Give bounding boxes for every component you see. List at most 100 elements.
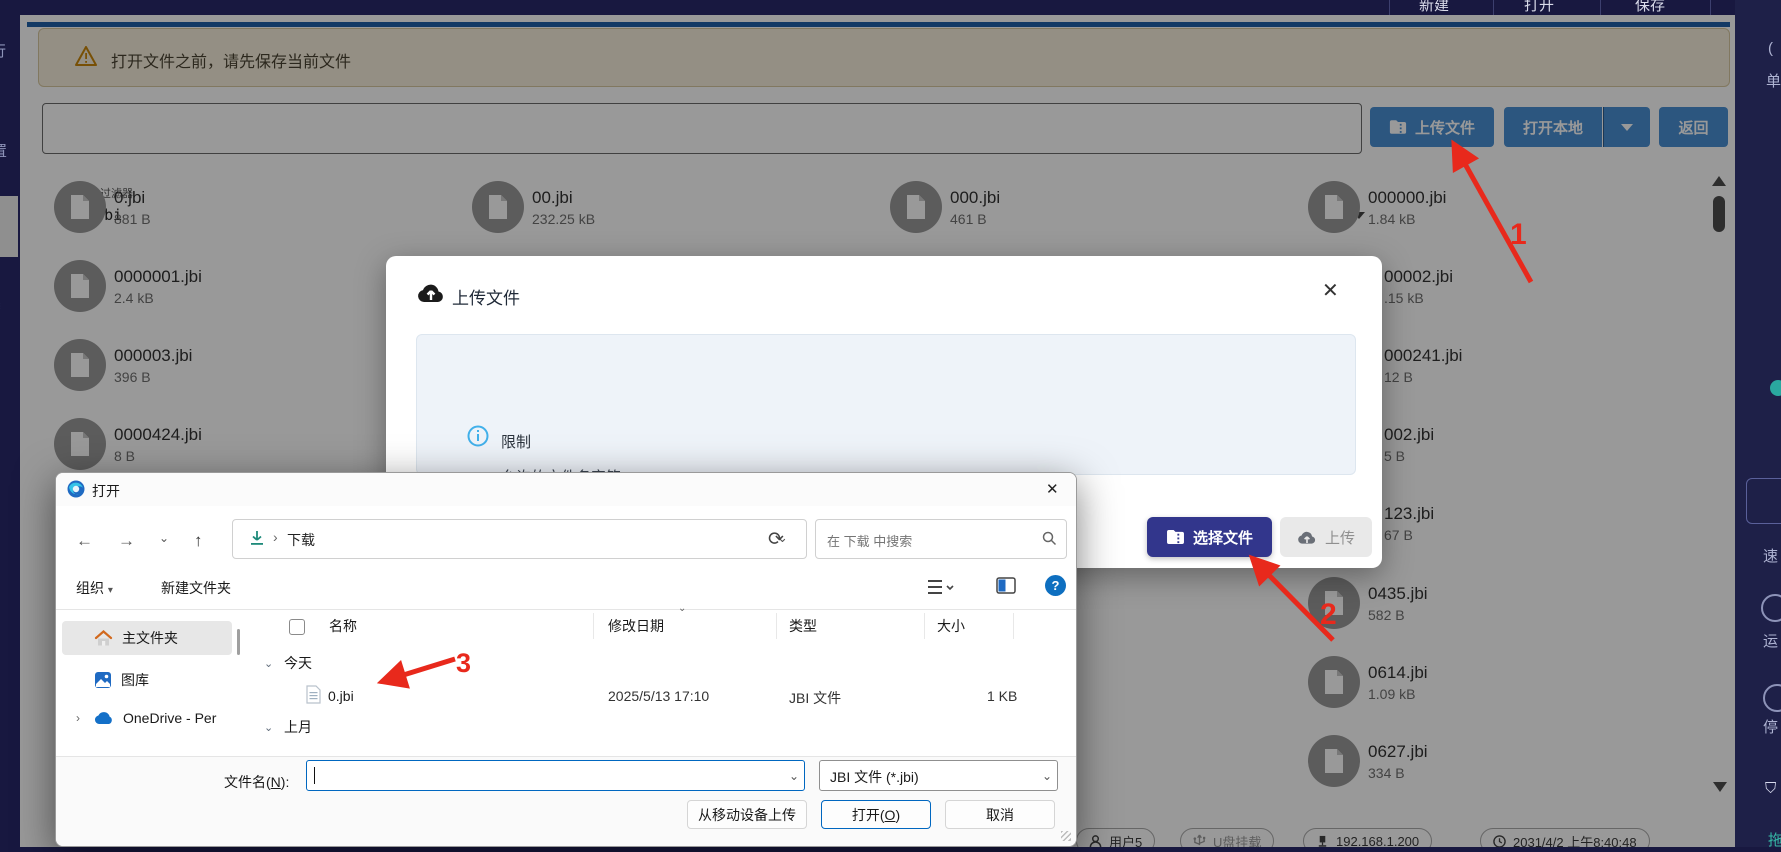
- column-name[interactable]: 名称: [329, 616, 357, 636]
- group-collapse-icon[interactable]: ⌄: [264, 657, 273, 670]
- run-icon[interactable]: [1761, 594, 1781, 622]
- nav-forward-icon[interactable]: →: [118, 531, 135, 551]
- left-nav-selected-fragment: [0, 196, 18, 257]
- restrictions-info-box: 限制 允许的文件名字符：0-9 a-z A-Z _ 允许的文件扩展名：.jbi …: [416, 334, 1356, 475]
- breadcrumb-separator: ›: [273, 529, 278, 545]
- browser-app-icon: [67, 480, 85, 498]
- menu-divider: [1600, 0, 1601, 15]
- search-icon: [1042, 531, 1057, 546]
- column-date[interactable]: 修改日期: [608, 616, 664, 636]
- mobile-upload-button[interactable]: 从移动设备上传: [687, 800, 807, 829]
- sidebar-home-label: 主文件夹: [122, 628, 178, 648]
- organize-label: 组织: [76, 580, 104, 596]
- sidebar-onedrive-label: OneDrive - Per: [123, 710, 216, 726]
- nav-back-icon[interactable]: ←: [76, 531, 93, 551]
- select-all-checkbox[interactable]: [289, 619, 305, 635]
- cloud-upload-icon: [1297, 530, 1317, 545]
- cancel-button[interactable]: 取消: [945, 800, 1055, 829]
- right-panel-bottom-fragment: 拖: [1768, 829, 1781, 847]
- chevron-down-icon: ▾: [108, 585, 113, 596]
- onedrive-cloud-icon: [94, 712, 114, 725]
- downloads-icon: [249, 530, 265, 547]
- restrictions-title: 限制: [501, 431, 531, 452]
- breadcrumb-downloads[interactable]: 下载: [287, 530, 315, 550]
- info-icon: [467, 425, 489, 447]
- group-today[interactable]: 今天: [284, 653, 312, 673]
- column-divider[interactable]: [1013, 613, 1014, 639]
- dialog-title: 打开: [92, 481, 120, 501]
- right-panel-selected-box: [1746, 478, 1781, 524]
- column-divider[interactable]: [593, 613, 594, 639]
- row-name: 0.jbi: [328, 688, 354, 704]
- chevron-down-icon[interactable]: ⌄: [789, 769, 799, 783]
- column-type[interactable]: 类型: [789, 616, 817, 636]
- organize-menu[interactable]: 组织 ▾: [76, 578, 113, 598]
- right-panel-run-label: 运: [1763, 630, 1778, 651]
- home-icon: [94, 630, 113, 647]
- group-collapse-icon[interactable]: ⌄: [264, 721, 273, 734]
- sidebar-scrollbar[interactable]: [237, 629, 240, 655]
- preview-pane-icon[interactable]: [996, 576, 1016, 596]
- nav-history-chevron-icon[interactable]: ⌄: [159, 531, 169, 545]
- menu-new[interactable]: 新建: [1419, 0, 1449, 15]
- menu-divider: [1389, 0, 1390, 15]
- close-icon[interactable]: ✕: [1322, 278, 1339, 303]
- choose-file-button[interactable]: 选择文件: [1147, 517, 1272, 557]
- group-last-month[interactable]: 上月: [284, 717, 312, 737]
- document-icon: [306, 685, 321, 704]
- dialog-bottom-bar: 文件名(N): ⌄ JBI 文件 (*.jbi) ⌄ 从移动设备上传 打开(O)…: [56, 756, 1076, 847]
- command-bar: 组织 ▾ 新建文件夹 ?: [56, 565, 1076, 610]
- new-folder-button[interactable]: 新建文件夹: [161, 578, 231, 598]
- search-placeholder: 在 下载 中搜索: [827, 531, 912, 550]
- sort-indicator-icon: ⌄: [678, 603, 686, 614]
- column-size[interactable]: 大小: [937, 616, 965, 636]
- expand-chevron-icon[interactable]: ›: [76, 711, 80, 725]
- filetype-value: JBI 文件 (*.jbi): [830, 767, 919, 787]
- menu-divider: [1710, 0, 1711, 15]
- refresh-icon[interactable]: ⟳: [768, 528, 784, 551]
- help-icon[interactable]: ?: [1045, 575, 1066, 596]
- filename-input[interactable]: ⌄: [306, 760, 805, 791]
- windows-open-dialog: 打开 ✕ ← → ⌄ ↑ › 下载 ⌄ ⟳ 在 下载 中搜索 组织 ▾ 新建文件…: [55, 472, 1077, 847]
- sidebar-item-home[interactable]: 主文件夹: [62, 621, 232, 655]
- sidebar-gallery-label: 图库: [121, 670, 149, 690]
- column-divider[interactable]: [776, 613, 777, 639]
- menu-divider: [1493, 0, 1494, 15]
- sidebar-item-gallery[interactable]: 图库: [62, 663, 232, 697]
- right-panel-fragment: (: [1768, 40, 1773, 57]
- close-icon[interactable]: ✕: [1046, 480, 1059, 498]
- filetype-select[interactable]: JBI 文件 (*.jbi) ⌄: [819, 760, 1058, 791]
- right-panel-speed-label: 速: [1763, 545, 1778, 566]
- choose-file-label: 选择文件: [1193, 527, 1253, 548]
- right-tool-panel: ( 单 速 运 停 ⛉ 拖: [1735, 0, 1781, 847]
- upload-submit-label: 上传: [1325, 527, 1355, 548]
- sidebar-item-onedrive[interactable]: › OneDrive - Per: [62, 701, 232, 735]
- left-nav-fragment: ≡: [0, 298, 1, 315]
- dialog-titlebar[interactable]: 打开 ✕: [56, 473, 1076, 506]
- right-panel-icon-fragment: ⛉: [1765, 780, 1776, 797]
- chevron-down-icon: ⌄: [1042, 769, 1052, 783]
- column-divider[interactable]: [924, 613, 925, 639]
- filename-label: 文件名(N):: [224, 772, 289, 792]
- menu-open[interactable]: 打开: [1524, 0, 1554, 15]
- cloud-upload-icon: [417, 282, 445, 304]
- row-type: JBI 文件: [789, 688, 841, 708]
- row-date: 2025/5/13 17:10: [608, 688, 709, 704]
- view-mode-icon[interactable]: [928, 578, 954, 596]
- open-confirm-button[interactable]: 打开(O): [821, 800, 931, 829]
- left-nav-fragment: 置: [0, 140, 7, 161]
- stop-icon[interactable]: [1763, 684, 1781, 712]
- menu-save[interactable]: 保存: [1635, 0, 1665, 15]
- text-caret: [314, 767, 315, 784]
- nav-up-icon[interactable]: ↑: [194, 531, 203, 551]
- modal-title: 上传文件: [452, 284, 520, 309]
- upload-submit-button[interactable]: 上传: [1280, 517, 1372, 557]
- right-panel-stop-label: 停: [1763, 716, 1778, 737]
- status-dot: [1770, 380, 1781, 396]
- resize-grip[interactable]: [1061, 831, 1071, 841]
- search-input[interactable]: 在 下载 中搜索: [815, 519, 1067, 559]
- address-bar[interactable]: › 下载 ⌄: [232, 519, 807, 559]
- top-menu-bar: 新建 打开 保存 ⌄: [0, 0, 1781, 15]
- left-nav-fragment: 行: [0, 40, 6, 61]
- gallery-icon: [94, 671, 112, 689]
